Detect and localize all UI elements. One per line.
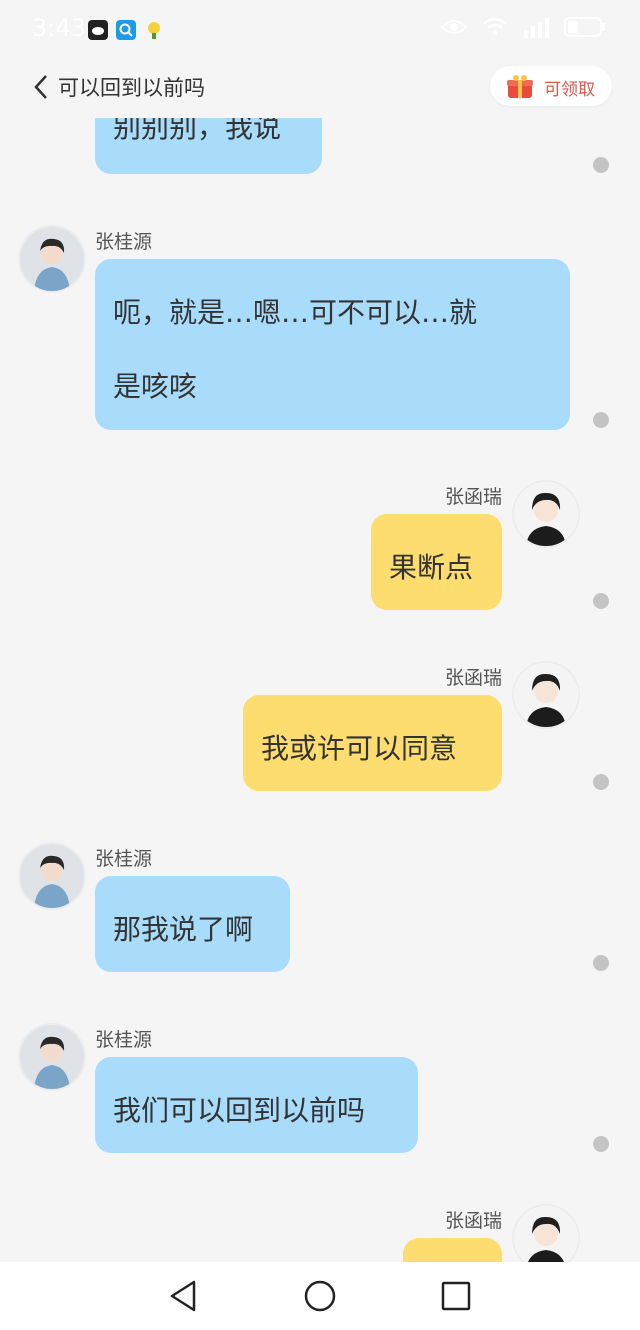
avatar[interactable] (514, 482, 578, 546)
eye-icon (440, 18, 468, 40)
message-bubble[interactable]: 果断点 (371, 514, 502, 610)
read-status-dot (593, 774, 609, 790)
chevron-left-icon (34, 75, 47, 99)
message-text-line: 是咳咳 (113, 370, 198, 403)
avatar[interactable] (20, 844, 84, 908)
nav-recents-button[interactable] (436, 1276, 476, 1316)
nav-home-button[interactable] (300, 1276, 340, 1316)
read-status-dot (593, 412, 609, 428)
avatar[interactable] (20, 227, 84, 291)
battery-icon (564, 16, 606, 42)
status-right-icons (440, 16, 606, 42)
sender-name: 张桂源 (95, 1029, 153, 1051)
read-status-dot (593, 1136, 609, 1152)
back-button[interactable] (30, 70, 56, 104)
chat-header: 可以回到以前吗 可领取 (0, 60, 640, 116)
recents-square-icon (441, 1281, 471, 1311)
message-text: 果断点 (389, 551, 474, 584)
message-bubble[interactable]: 呃，就是…嗯…可不可以…就 是咳咳 (95, 259, 570, 430)
message-app-icon (88, 20, 108, 40)
message-bubble[interactable]: 那我说了啊 (95, 876, 290, 972)
back-triangle-icon (170, 1280, 196, 1312)
home-circle-icon (304, 1280, 336, 1312)
avatar[interactable] (514, 1206, 578, 1270)
avatar-zhanghanrui (514, 482, 578, 546)
sender-name: 张函瑞 (444, 667, 502, 689)
message-bubble[interactable]: 别别别，我说 (95, 118, 322, 174)
message-bubble[interactable]: 我或许可以同意 (243, 695, 502, 791)
status-bar: 3:43 (0, 0, 640, 60)
avatar-zhanghanrui (514, 663, 578, 727)
chat-title: 可以回到以前吗 (58, 76, 205, 100)
search-app-icon (116, 20, 136, 40)
reward-button[interactable]: 可领取 (490, 66, 612, 106)
sender-name: 张桂源 (95, 231, 153, 253)
system-nav-bar (0, 1262, 640, 1330)
message-text: 那我说了啊 (113, 913, 254, 946)
lottery-app-icon (144, 20, 164, 40)
avatar-zhangguiyuan (20, 227, 84, 291)
avatar[interactable] (514, 663, 578, 727)
wifi-icon (482, 16, 508, 42)
message-text: 我们可以回到以前吗 (113, 1094, 366, 1127)
message-text: 我或许可以同意 (261, 732, 458, 765)
read-status-dot (593, 955, 609, 971)
signal-icon (522, 16, 550, 42)
read-status-dot (593, 157, 609, 173)
reward-label: 可领取 (544, 80, 595, 100)
nav-back-button[interactable] (164, 1276, 204, 1316)
sender-name: 张函瑞 (444, 1210, 502, 1232)
gift-icon (506, 74, 534, 104)
message-text-line: 呃，就是…嗯…可不可以…就 (113, 296, 478, 329)
avatar-zhangguiyuan (20, 1025, 84, 1089)
sender-name: 张函瑞 (444, 486, 502, 508)
sender-name: 张桂源 (95, 848, 153, 870)
status-time: 3:43 (32, 14, 86, 42)
avatar-zhangguiyuan (20, 844, 84, 908)
avatar-zhanghanrui (514, 1206, 578, 1270)
read-status-dot (593, 593, 609, 609)
avatar[interactable] (20, 1025, 84, 1089)
message-text: 别别别，我说 (113, 118, 282, 144)
message-bubble[interactable]: 我们可以回到以前吗 (95, 1057, 418, 1153)
